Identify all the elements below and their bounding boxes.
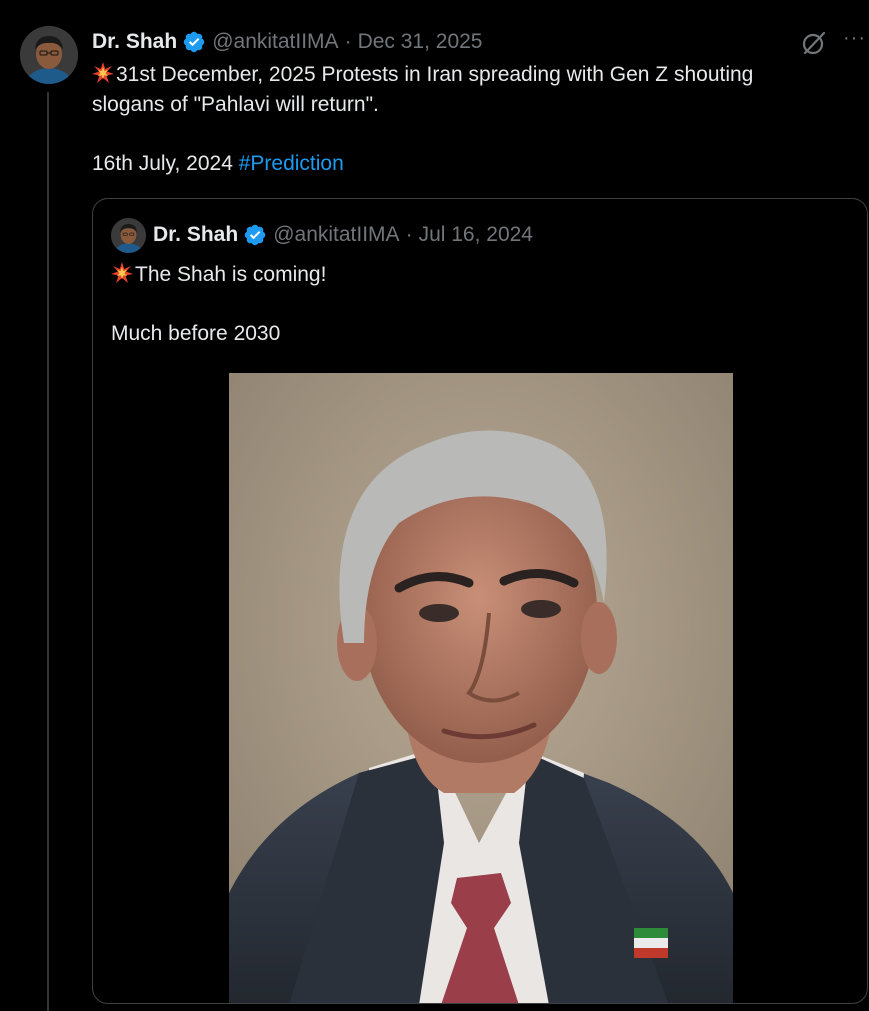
quoted-text-line-2: Much before 2030	[111, 322, 281, 345]
quoted-tweet-date: Jul 16, 2024	[418, 223, 533, 246]
verified-badge-icon	[244, 224, 266, 246]
verified-badge-icon	[183, 31, 205, 53]
tweet-text-1: 31st December, 2025 Protests in Iran spr…	[116, 63, 754, 86]
quoted-text-1: The Shah is coming!	[135, 263, 327, 286]
portrait-image	[229, 373, 733, 1003]
tweet-text-line-2: slogans of "Pahlavi will return".	[92, 93, 379, 116]
quoted-author-avatar	[111, 218, 146, 253]
quoted-tweet[interactable]: Dr. Shah @ankitatIIMA · Jul 16, 2024 The…	[92, 198, 868, 1004]
tweet-text-line-1: 31st December, 2025 Protests in Iran spr…	[92, 60, 753, 90]
quoted-author-handle: @ankitatIIMA	[273, 223, 400, 246]
header-separator: ·	[344, 30, 352, 53]
tweet-header: Dr. Shah @ankitatIIMA · Dec 31, 2025	[92, 28, 483, 56]
quoted-header-separator: ·	[405, 223, 413, 246]
tweet-text-line-3: 16th July, 2024 #Prediction	[92, 149, 344, 179]
quoted-tweet-header: Dr. Shah @ankitatIIMA · Jul 16, 2024	[153, 221, 533, 249]
quoted-tweet-photo[interactable]	[229, 373, 733, 1003]
author-name[interactable]: Dr. Shah	[92, 30, 177, 54]
author-avatar[interactable]	[20, 26, 78, 84]
avatar-image	[20, 26, 78, 84]
quoted-author-name: Dr. Shah	[153, 223, 239, 246]
thread-line	[47, 92, 49, 1011]
author-handle[interactable]: @ankitatIIMA	[212, 30, 338, 54]
quoted-avatar-image	[111, 218, 146, 253]
collision-emoji	[111, 262, 133, 283]
collision-emoji	[92, 62, 114, 83]
tweet-date[interactable]: Dec 31, 2025	[358, 30, 483, 54]
tweet-text-3: 16th July, 2024	[92, 152, 239, 175]
hashtag-link[interactable]: #Prediction	[239, 152, 344, 175]
quoted-text-line-1: The Shah is coming!	[111, 260, 326, 290]
grok-icon[interactable]	[801, 30, 827, 56]
more-icon[interactable]: ···	[843, 27, 866, 50]
tweet-page: Dr. Shah @ankitatIIMA · Dec 31, 2025 ···…	[0, 0, 869, 1011]
